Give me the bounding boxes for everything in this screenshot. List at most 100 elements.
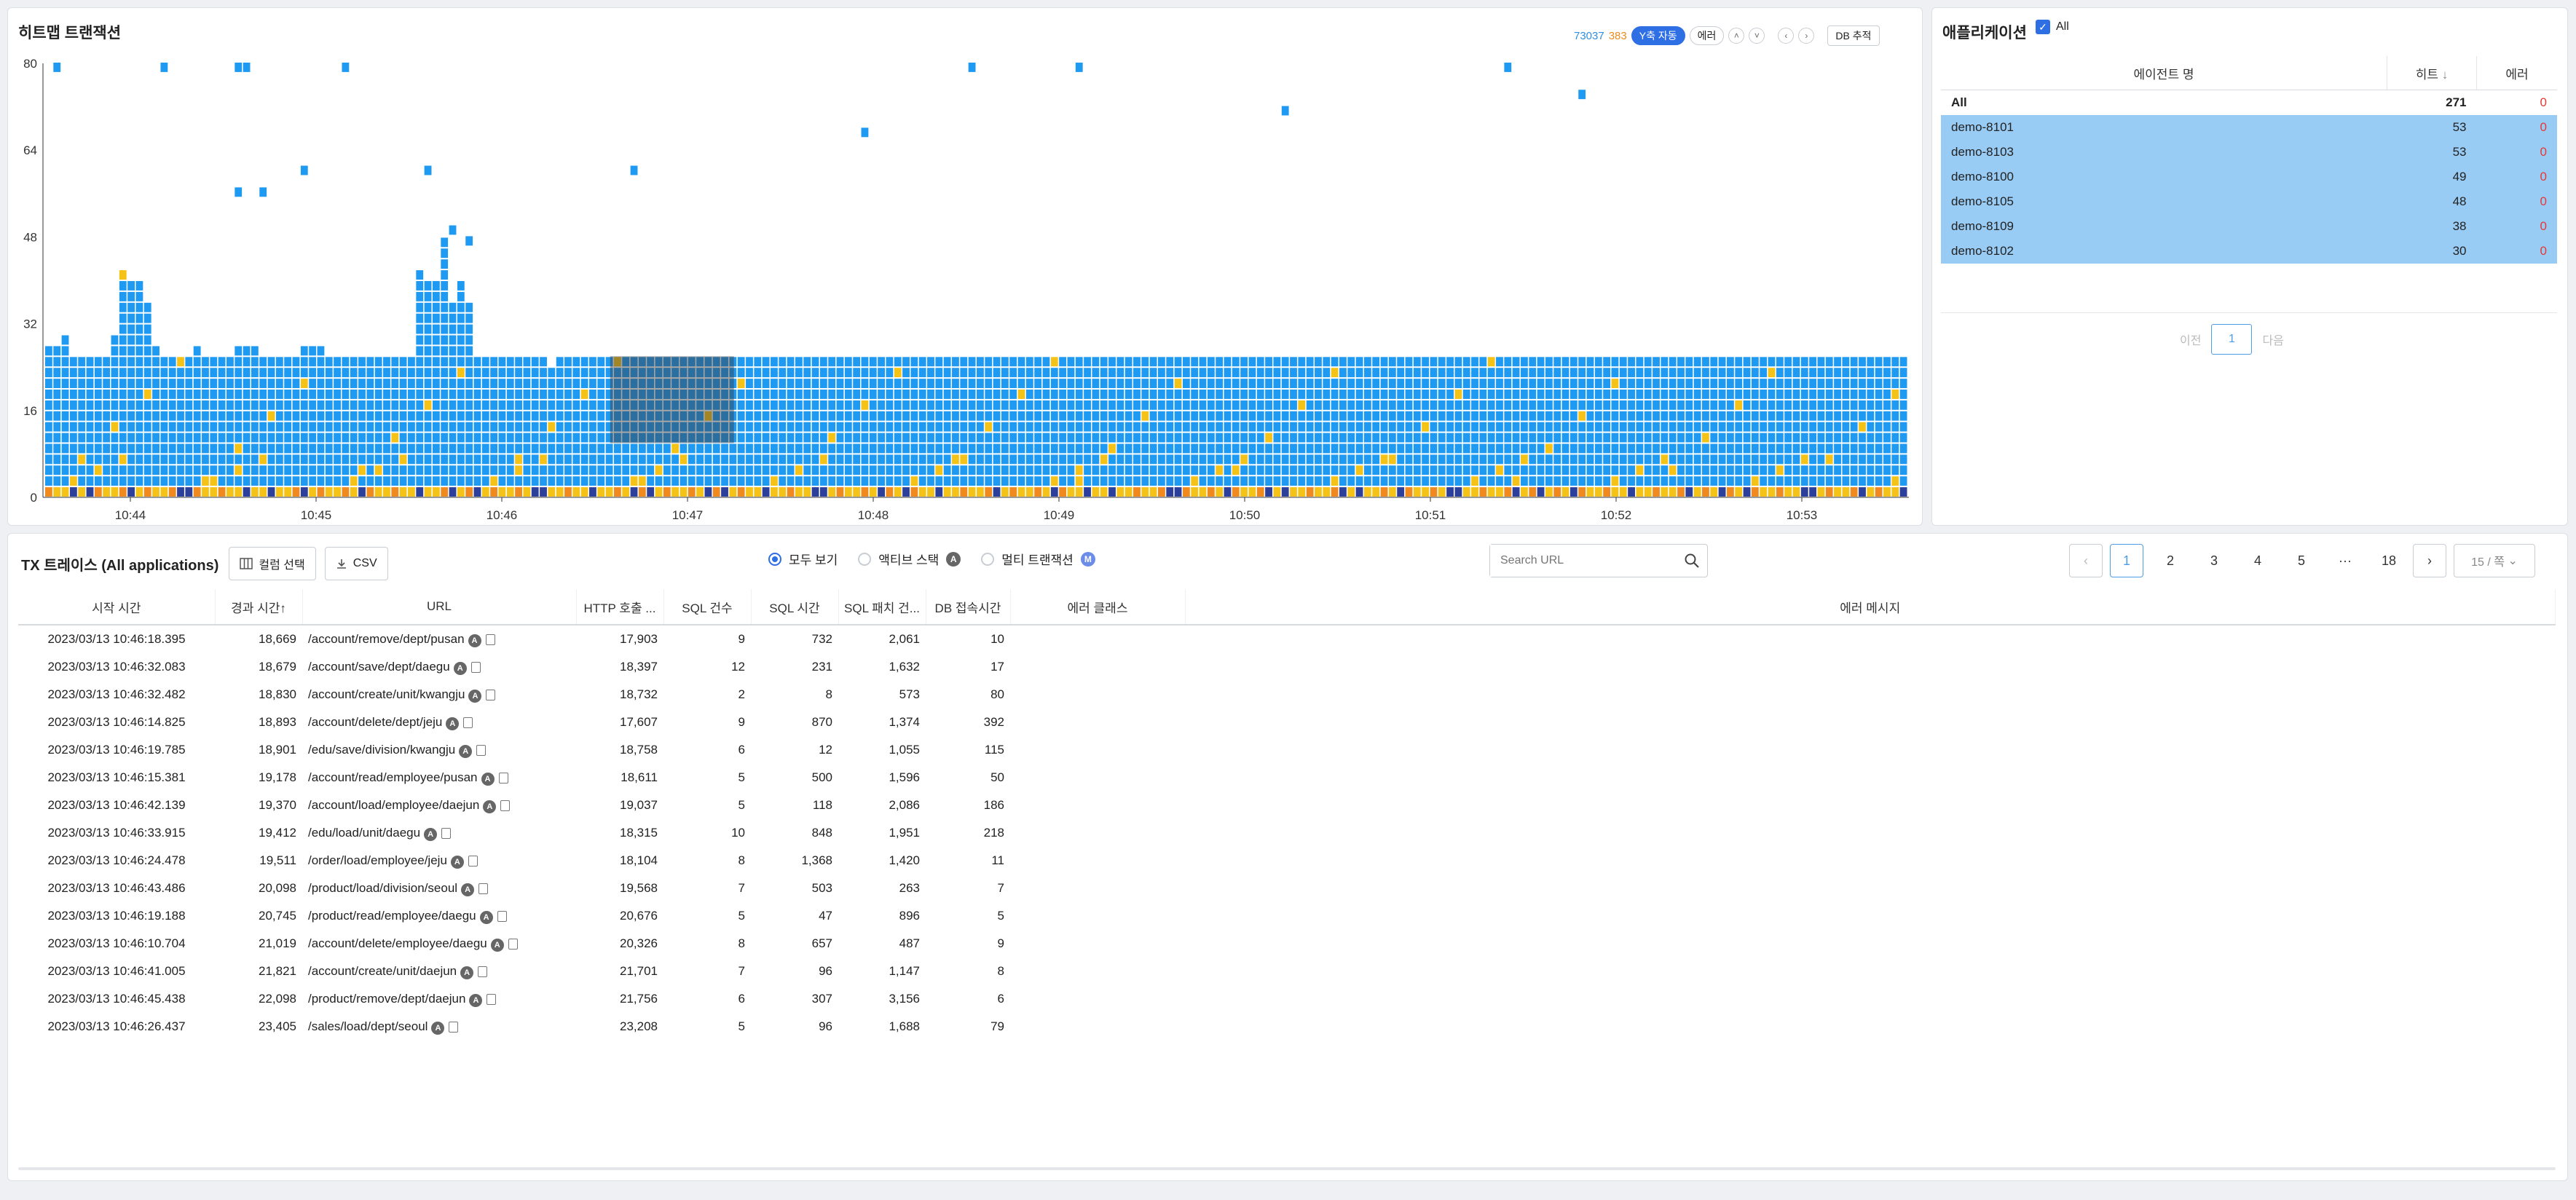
copy-icon[interactable]: [508, 938, 518, 950]
tx-column-header[interactable]: 경과 시간↑: [215, 589, 303, 625]
tx-row[interactable]: 2023/03/13 10:46:19.785 18,901/edu/save/d…: [18, 736, 2556, 764]
tx-row[interactable]: 2023/03/13 10:46:32.482 18,830/account/cr…: [18, 681, 2556, 708]
active-stack-badge-icon[interactable]: A: [481, 772, 495, 786]
checkbox-checked-icon[interactable]: ✓: [2036, 20, 2050, 34]
tx-row[interactable]: 2023/03/13 10:46:14.825 18,893/account/de…: [18, 708, 2556, 736]
copy-icon[interactable]: [468, 855, 478, 867]
active-stack-badge-icon[interactable]: A: [490, 938, 504, 952]
copy-icon[interactable]: [478, 883, 489, 894]
url-text[interactable]: /account/delete/dept/jeju: [308, 715, 442, 729]
application-row[interactable]: demo-8109 38 0: [1941, 214, 2557, 239]
application-row[interactable]: All 271 0: [1941, 90, 2557, 116]
csv-export-button[interactable]: CSV: [324, 547, 388, 580]
tx-column-header[interactable]: HTTP 호출 ...: [576, 589, 664, 625]
url-text[interactable]: /product/load/division/seoul: [308, 881, 457, 895]
all-apps-filter[interactable]: ✓ All: [2036, 20, 2069, 34]
copy-icon[interactable]: [463, 717, 473, 728]
url-text[interactable]: /account/load/employee/daejun: [308, 798, 479, 812]
filter-all-radio[interactable]: 모두 보기: [768, 550, 838, 568]
tx-row[interactable]: 2023/03/13 10:46:43.486 20,098/product/lo…: [18, 875, 2556, 902]
tx-column-header[interactable]: DB 접속시간: [926, 589, 1011, 625]
active-stack-badge-icon[interactable]: A: [424, 827, 438, 841]
tx-row[interactable]: 2023/03/13 10:46:26.437 23,405/sales/load…: [18, 1013, 2556, 1041]
page-button[interactable]: 5: [2285, 544, 2318, 577]
active-stack-badge-icon[interactable]: A: [431, 1021, 445, 1035]
tx-column-header[interactable]: SQL 건수: [663, 589, 752, 625]
copy-icon[interactable]: [487, 993, 497, 1005]
copy-icon[interactable]: [486, 689, 496, 700]
url-text[interactable]: /edu/save/division/kwangju: [308, 743, 455, 757]
tx-row[interactable]: 2023/03/13 10:46:24.478 19,511/order/load…: [18, 847, 2556, 875]
copy-icon[interactable]: [478, 966, 488, 977]
url-text[interactable]: /account/create/unit/daejun: [308, 964, 457, 978]
url-text[interactable]: /account/read/employee/pusan: [308, 770, 478, 784]
active-stack-badge-icon[interactable]: A: [446, 717, 460, 730]
active-stack-badge-icon[interactable]: A: [468, 689, 482, 703]
active-stack-badge-icon[interactable]: A: [450, 855, 464, 869]
copy-icon[interactable]: [497, 910, 507, 922]
copy-icon[interactable]: [441, 827, 452, 839]
application-row[interactable]: demo-8105 48 0: [1941, 189, 2557, 214]
copy-icon[interactable]: [498, 772, 508, 783]
active-stack-badge-icon[interactable]: A: [483, 800, 497, 813]
tx-column-header[interactable]: SQL 패치 건...: [838, 589, 926, 625]
copy-icon[interactable]: [476, 744, 487, 756]
tx-row[interactable]: 2023/03/13 10:46:10.704 21,019/account/de…: [18, 930, 2556, 958]
application-row[interactable]: demo-8100 49 0: [1941, 165, 2557, 189]
active-stack-badge-icon[interactable]: A: [469, 993, 483, 1007]
active-stack-badge-icon[interactable]: A: [459, 744, 473, 758]
tx-row[interactable]: 2023/03/13 10:46:45.438 22,098/product/re…: [18, 985, 2556, 1013]
filter-multi-radio[interactable]: 멀티 트랜잭션 M: [981, 550, 1095, 568]
tx-row[interactable]: 2023/03/13 10:46:19.188 20,745/product/re…: [18, 902, 2556, 930]
chevron-right-icon[interactable]: ›: [1798, 28, 1815, 44]
page-button[interactable]: 2: [2154, 544, 2187, 577]
horizontal-scrollbar[interactable]: [18, 1167, 2556, 1170]
current-page-button[interactable]: 1: [2211, 324, 2253, 355]
page-button[interactable]: 1: [2110, 544, 2143, 577]
hits-header[interactable]: 히트 ↓: [2387, 56, 2477, 90]
chevron-left-icon[interactable]: ‹: [1778, 28, 1795, 44]
copy-icon[interactable]: [449, 1021, 459, 1033]
url-text[interactable]: /account/create/unit/kwangju: [308, 687, 465, 701]
chevron-up-icon[interactable]: ˄: [1728, 28, 1745, 44]
page-button[interactable]: 18: [2372, 544, 2406, 577]
tx-row[interactable]: 2023/03/13 10:46:18.395 18,669/account/re…: [18, 625, 2556, 653]
page-button[interactable]: ···: [2328, 544, 2362, 577]
page-button[interactable]: 3: [2197, 544, 2231, 577]
agent-name-header[interactable]: 에이전트 명: [1941, 56, 2387, 90]
heatmap-chart[interactable]: 8064483216010:44 10:45 10:46 10:47 10:48 10:4…: [8, 52, 1923, 525]
tx-column-header[interactable]: 에러 메시지: [1185, 589, 2556, 625]
tx-row[interactable]: 2023/03/13 10:46:32.083 18,679/account/sa…: [18, 653, 2556, 681]
db-trace-button[interactable]: DB 추적: [1827, 25, 1880, 46]
tx-row[interactable]: 2023/03/13 10:46:42.139 19,370/account/lo…: [18, 792, 2556, 819]
application-row[interactable]: demo-8103 53 0: [1941, 140, 2557, 165]
page-size-select[interactable]: 15 / 쪽 ⌄: [2454, 544, 2535, 577]
search-icon[interactable]: [1684, 553, 1700, 569]
chevron-down-icon[interactable]: ˅: [1749, 28, 1765, 44]
url-search-box[interactable]: [1489, 544, 1708, 577]
prev-page-button[interactable]: 이전: [2180, 331, 2201, 348]
tx-column-header[interactable]: 에러 클래스: [1010, 589, 1186, 625]
active-stack-badge-icon[interactable]: A: [479, 910, 493, 924]
search-input[interactable]: [1490, 545, 1677, 577]
errors-header[interactable]: 에러: [2476, 56, 2557, 90]
copy-icon[interactable]: [500, 800, 511, 811]
url-text[interactable]: /account/delete/employee/daegu: [308, 936, 487, 950]
url-text[interactable]: /account/remove/dept/pusan: [308, 632, 465, 646]
tx-row[interactable]: 2023/03/13 10:46:41.005 21,821/account/cr…: [18, 958, 2556, 985]
column-select-button[interactable]: 컬럼 선택: [229, 547, 316, 580]
copy-icon[interactable]: [485, 633, 495, 645]
url-text[interactable]: /order/load/employee/jeju: [308, 853, 447, 867]
error-filter-toggle[interactable]: 에러: [1689, 26, 1725, 45]
page-button[interactable]: 4: [2241, 544, 2274, 577]
copy-icon[interactable]: [470, 661, 481, 673]
tx-column-header[interactable]: URL: [302, 589, 577, 625]
prev-page-icon[interactable]: ‹: [2069, 544, 2103, 577]
url-text[interactable]: /edu/load/unit/daegu: [308, 826, 420, 840]
tx-row[interactable]: 2023/03/13 10:46:33.915 19,412/edu/load/u…: [18, 819, 2556, 847]
tx-column-header[interactable]: 시작 시간: [18, 589, 216, 625]
tx-column-header[interactable]: SQL 시간: [751, 589, 839, 625]
application-row[interactable]: demo-8101 53 0: [1941, 115, 2557, 140]
active-stack-badge-icon[interactable]: A: [461, 883, 475, 896]
url-text[interactable]: /account/save/dept/daegu: [308, 660, 450, 674]
